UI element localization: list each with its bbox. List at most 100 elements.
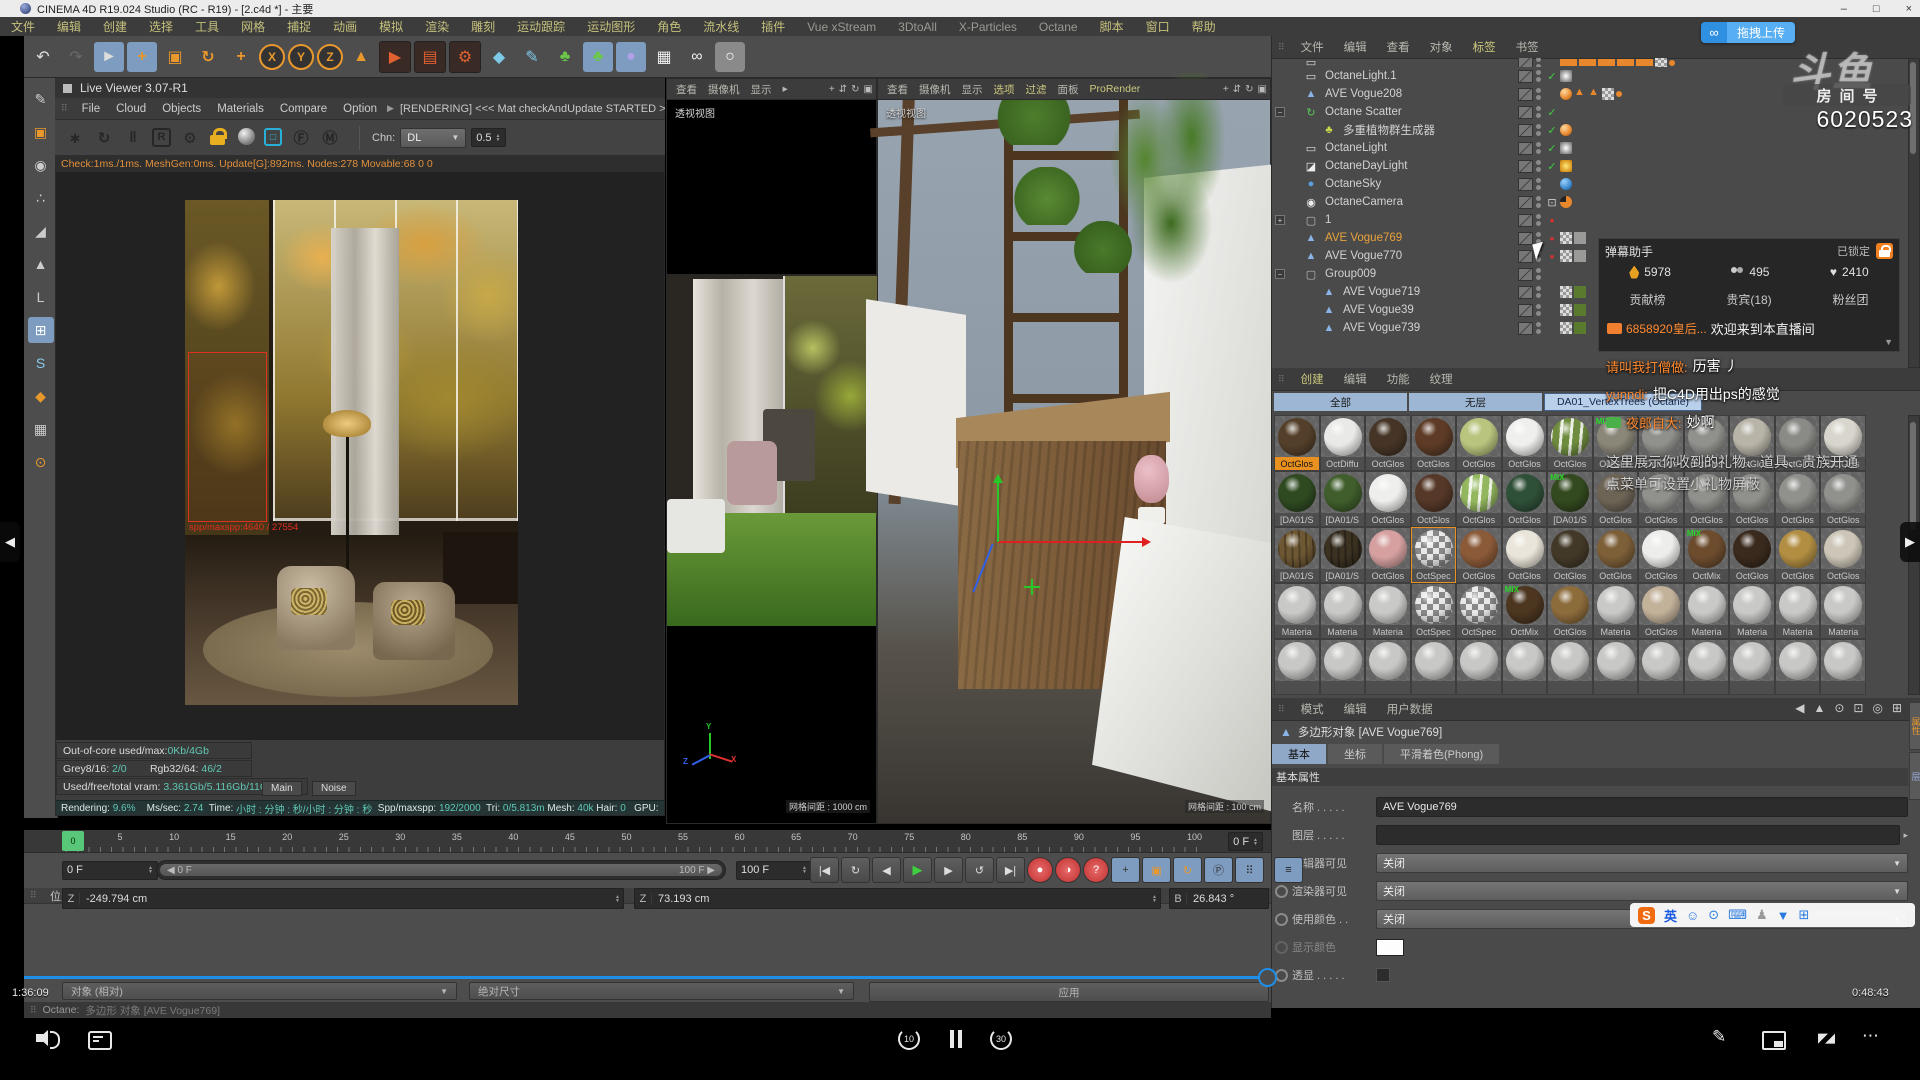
object-name[interactable]: OctaneSky	[1325, 178, 1381, 190]
menu-item[interactable]: 运动跟踪	[506, 18, 576, 35]
material-swatch[interactable]: [DA01/S	[1320, 471, 1366, 527]
object-row[interactable]: + ▢ 1 ●	[1272, 211, 1908, 229]
material-swatch[interactable]: Materia	[1775, 583, 1821, 639]
transport-button[interactable]: Ⓟ	[1204, 857, 1233, 883]
toolbar-icon[interactable]: ▤	[414, 41, 446, 73]
frame-range-slider[interactable]: ◀ 0 F100 F ▶	[156, 860, 726, 880]
visibility-dots-icon[interactable]	[1536, 304, 1541, 316]
tag-thumbnail-icon[interactable]	[1560, 322, 1572, 334]
transport-button[interactable]: ⠿	[1235, 857, 1264, 883]
layer-browse-button[interactable]: ▸	[1903, 830, 1908, 841]
channel-dropdown[interactable]: DL▼	[400, 128, 466, 148]
lock-icon[interactable]	[1876, 243, 1893, 259]
drag-upload-button[interactable]: ∞ 拖拽上传	[1701, 22, 1795, 43]
menu-item[interactable]: 角色	[646, 18, 692, 35]
ime-mode-label[interactable]: 英	[1664, 906, 1677, 925]
transport-button[interactable]: ↺	[965, 857, 994, 883]
object-manager-menu-item[interactable]: 编辑	[1334, 39, 1377, 55]
menu-item[interactable]: 捕捉	[276, 18, 322, 35]
expand-toggle-icon[interactable]: −	[1275, 107, 1285, 117]
attribute-header-icon[interactable]: ⊙	[1834, 701, 1844, 715]
tag-thumbnail-icon[interactable]	[1588, 88, 1600, 100]
object-manager-menu-item[interactable]: 标签	[1463, 39, 1506, 55]
attribute-header-icon[interactable]: ⊞	[1892, 701, 1902, 715]
vp2-menu-item[interactable]: 过滤	[1021, 82, 1052, 97]
live-viewer-tool-icon[interactable]	[209, 128, 229, 148]
attribute-header-icon[interactable]: ▲	[1813, 701, 1825, 715]
layer-toggle-icon[interactable]	[1518, 286, 1533, 299]
object-manager-menu-item[interactable]: 文件	[1291, 39, 1334, 55]
live-viewer-tool-icon[interactable]: ‖	[123, 128, 143, 148]
tag-thumbnail-icon[interactable]	[1636, 59, 1653, 66]
live-viewer-menu-item[interactable]: Materials	[209, 103, 272, 115]
tag-thumbnail-icon[interactable]	[1579, 59, 1596, 66]
object-name[interactable]: 多重植物群生成器	[1343, 122, 1435, 138]
vp1-nav-icon[interactable]: +	[829, 84, 835, 95]
live-viewer-menu-item[interactable]: Cloud	[108, 103, 154, 115]
toolbar-icon[interactable]: ▲	[346, 42, 376, 72]
vp1-nav-icon[interactable]: ↻	[851, 84, 859, 95]
live-viewer-tool-icon[interactable]: R	[152, 128, 171, 147]
tag-thumbnail-icon[interactable]	[1598, 59, 1615, 66]
object-manager-menu-item[interactable]: 查看	[1377, 39, 1420, 55]
tag-thumbnail-icon[interactable]	[1560, 142, 1572, 154]
material-menu-item[interactable]: 编辑	[1334, 371, 1377, 387]
mode-icon[interactable]: ▲	[28, 251, 54, 277]
enable-state-icon[interactable]: ✓	[1546, 160, 1558, 173]
material-layer-tab[interactable]: 全部	[1274, 393, 1407, 411]
live-viewer-menu-item[interactable]: Objects	[154, 103, 209, 115]
menu-item[interactable]: 模拟	[368, 18, 414, 35]
enable-state-icon[interactable]: ✓	[1546, 70, 1558, 83]
material-swatch[interactable]: OctGlos	[1456, 527, 1502, 583]
material-swatch[interactable]: MIX [DA01/S	[1547, 471, 1593, 527]
tag-thumbnail-icon[interactable]	[1560, 70, 1572, 82]
material-swatch[interactable]	[1638, 639, 1684, 695]
visibility-dots-icon[interactable]	[1536, 286, 1541, 298]
transport-button[interactable]: ◀	[872, 857, 901, 883]
toolbar-icon[interactable]: ✎	[517, 42, 547, 72]
object-manager-menu-item[interactable]: 对象	[1420, 39, 1463, 55]
mode-icon[interactable]: ◢	[28, 218, 54, 244]
material-swatch[interactable]	[1502, 639, 1548, 695]
layer-toggle-icon[interactable]	[1518, 304, 1533, 317]
visibility-dots-icon[interactable]	[1536, 58, 1541, 67]
position-field[interactable]: Z-249.794 cm	[62, 888, 624, 909]
transport-button[interactable]: ↻	[841, 857, 870, 883]
object-name[interactable]: AVE Vogue739	[1343, 322, 1420, 334]
visibility-dots-icon[interactable]	[1536, 70, 1541, 82]
transport-button[interactable]: ▶	[934, 857, 963, 883]
forward-30-button[interactable]: 30	[990, 1028, 1012, 1050]
range-bar[interactable]	[160, 864, 722, 876]
ruler-frame-box[interactable]: 0 F	[1228, 832, 1263, 851]
material-swatch[interactable]: OctGlos	[1547, 583, 1593, 639]
material-swatch[interactable]	[1365, 639, 1411, 695]
layer-toggle-icon[interactable]	[1518, 214, 1533, 227]
viewport-left[interactable]: 查看摄像机显示▸ +⇵↻▣ 透视视图 Y X Z 网格间距 : 1000 cm	[666, 78, 877, 824]
dock-tab-attributes[interactable]: 属性	[1909, 702, 1920, 750]
material-swatch[interactable]	[1456, 639, 1502, 695]
next-arrow[interactable]: ▶	[1900, 522, 1920, 562]
object-name[interactable]: AVE Vogue208	[1325, 88, 1402, 100]
layer-toggle-icon[interactable]	[1518, 142, 1533, 155]
edit-icon[interactable]: ✎	[1712, 1027, 1726, 1047]
panel-tab[interactable]: 贵宾(18)	[1726, 291, 1771, 308]
vp1-menu-item[interactable]: 摄像机	[703, 82, 745, 97]
menu-item[interactable]: 选择	[138, 18, 184, 35]
vp2-nav-icon[interactable]: ▣	[1258, 84, 1267, 95]
menu-item[interactable]: 3DtoAll	[887, 20, 948, 34]
material-swatch[interactable]: Materia	[1320, 583, 1366, 639]
live-viewer-menu-item[interactable]: File	[74, 103, 109, 115]
transport-button[interactable]: ●	[1027, 857, 1053, 883]
timeline-ruler[interactable]: 0510152025303540455055606570758085909510…	[24, 830, 1271, 853]
toolbar-icon[interactable]: +	[127, 42, 157, 72]
live-viewer-tool-icon[interactable]: Ⓕ	[291, 128, 311, 148]
visibility-dots-icon[interactable]	[1536, 106, 1541, 118]
tag-thumbnail-icon[interactable]	[1560, 160, 1572, 172]
sogou-logo[interactable]: S	[1638, 907, 1655, 924]
layer-toggle-icon[interactable]	[1518, 196, 1533, 209]
mode-icon[interactable]: ⊙	[28, 449, 54, 475]
minimize-button[interactable]: –	[1841, 3, 1847, 15]
menu-item[interactable]: 帮助	[1181, 18, 1227, 35]
object-name[interactable]: Octane Scatter	[1325, 106, 1402, 118]
material-swatch[interactable]: Materia	[1274, 583, 1320, 639]
